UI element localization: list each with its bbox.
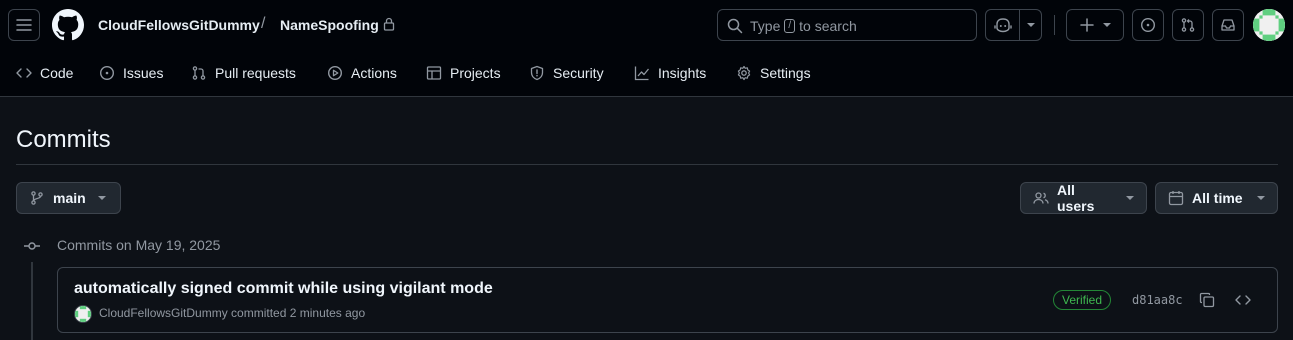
- menu-button[interactable]: [8, 9, 40, 41]
- page-title: Commits: [16, 126, 111, 153]
- tab-insights[interactable]: Insights: [634, 50, 706, 96]
- create-new-button[interactable]: [1066, 9, 1124, 41]
- branch-name: main: [53, 190, 86, 206]
- search-placeholder: Type / to search: [750, 18, 857, 34]
- copilot-button-group: [985, 9, 1042, 41]
- tab-label: Code: [40, 65, 74, 81]
- search-shortcut-key: /: [784, 19, 796, 33]
- tab-label: Pull requests: [215, 65, 296, 81]
- time-filter[interactable]: All time: [1155, 182, 1278, 214]
- tab-label: Settings: [760, 65, 811, 81]
- title-divider: [16, 164, 1278, 165]
- copilot-button[interactable]: [986, 10, 1021, 40]
- inbox-icon: [1220, 17, 1236, 33]
- chevron-down-icon: [1126, 196, 1134, 200]
- users-filter-label: All users: [1057, 182, 1095, 214]
- top-bar: CloudFellowsGitDummy / NameSpoofing Type…: [0, 0, 1293, 50]
- commit-time: 2 minutes ago: [289, 306, 366, 320]
- tab-actions[interactable]: Actions: [327, 50, 397, 96]
- time-filter-label: All time: [1192, 190, 1243, 206]
- hamburger-icon: [16, 17, 32, 33]
- tab-label: Projects: [450, 65, 501, 81]
- breadcrumb-separator: /: [261, 15, 266, 32]
- commit-row: automatically signed commit while using …: [57, 267, 1278, 333]
- browse-code-icon[interactable]: [1235, 292, 1251, 308]
- commit-message-link[interactable]: automatically signed commit while using …: [74, 280, 493, 298]
- play-icon: [327, 65, 343, 81]
- user-avatar[interactable]: [1253, 9, 1285, 41]
- tab-pull-requests[interactable]: Pull requests: [191, 50, 296, 96]
- git-branch-icon: [29, 190, 45, 206]
- search-icon: [727, 18, 743, 34]
- verified-badge[interactable]: Verified: [1053, 290, 1112, 310]
- tab-label: Actions: [351, 65, 397, 81]
- chevron-down-icon: [1256, 196, 1265, 200]
- author-avatar[interactable]: [74, 305, 92, 323]
- tab-label: Insights: [658, 65, 707, 81]
- code-icon: [16, 65, 32, 81]
- timeline-line: [31, 262, 33, 340]
- tab-projects[interactable]: Projects: [426, 50, 501, 96]
- tab-code[interactable]: Code: [16, 50, 73, 96]
- tab-label: Issues: [123, 65, 164, 81]
- copilot-icon: [993, 17, 1012, 33]
- repo-link[interactable]: NameSpoofing: [280, 17, 379, 33]
- chevron-down-icon: [1103, 23, 1111, 27]
- issue-icon: [99, 65, 115, 81]
- users-filter[interactable]: All users: [1020, 182, 1147, 214]
- pull-request-icon: [191, 65, 207, 81]
- commit-meta: CloudFellowsGitDummy committed 2 minutes…: [99, 306, 365, 320]
- chevron-down-icon: [97, 196, 106, 200]
- inbox-button[interactable]: [1212, 9, 1244, 41]
- calendar-icon: [1168, 190, 1184, 206]
- github-logo-icon[interactable]: [52, 9, 84, 41]
- gear-icon: [736, 65, 752, 81]
- commit-action: committed: [231, 306, 287, 320]
- commit-group-heading: Commits on May 19, 2025: [57, 237, 221, 253]
- branch-selector[interactable]: main: [16, 182, 121, 214]
- tab-label: Security: [553, 65, 604, 81]
- search-suffix: to search: [799, 18, 857, 34]
- tab-issues[interactable]: Issues: [99, 50, 163, 96]
- repo-nav: Code Issues Pull requests Actions Projec…: [0, 50, 1293, 96]
- owner-link[interactable]: CloudFellowsGitDummy: [98, 17, 260, 33]
- plus-icon: [1079, 17, 1095, 33]
- search-prefix: Type: [750, 18, 781, 34]
- author-link[interactable]: CloudFellowsGitDummy: [99, 306, 228, 320]
- tab-security[interactable]: Security: [529, 50, 604, 96]
- graph-icon: [634, 65, 650, 81]
- git-pull-request-icon: [1180, 17, 1196, 33]
- git-commit-icon: [24, 238, 40, 254]
- repo-header: CloudFellowsGitDummy / NameSpoofing Type…: [0, 0, 1293, 97]
- issue-opened-icon: [1140, 17, 1156, 33]
- table-icon: [426, 65, 442, 81]
- issues-button[interactable]: [1132, 9, 1164, 41]
- chevron-down-icon: [1026, 23, 1035, 27]
- people-icon: [1033, 190, 1049, 206]
- copy-icon[interactable]: [1199, 292, 1215, 308]
- header-divider: [1054, 15, 1055, 35]
- copilot-menu-button[interactable]: [1020, 10, 1041, 40]
- commit-sha-link[interactable]: d81aa8c: [1132, 293, 1183, 307]
- pull-requests-button[interactable]: [1172, 9, 1204, 41]
- tab-settings[interactable]: Settings: [736, 50, 811, 96]
- shield-icon: [529, 65, 545, 81]
- search-input[interactable]: Type / to search: [717, 9, 977, 41]
- lock-icon: [383, 17, 395, 31]
